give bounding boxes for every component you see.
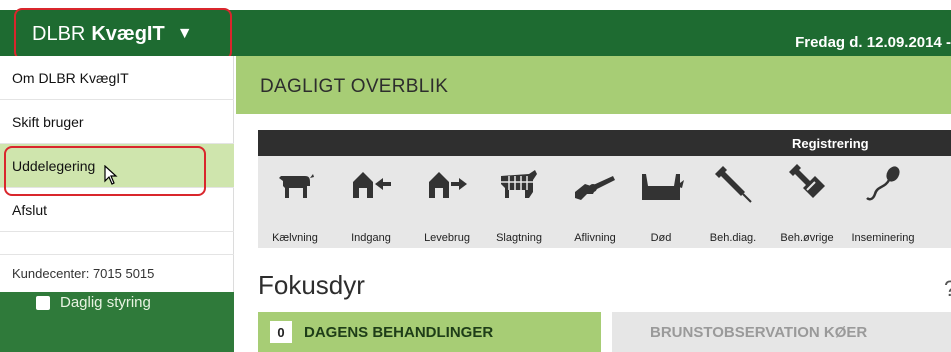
cow-icon	[279, 174, 314, 198]
icon-label: Indgang	[351, 232, 391, 244]
registrering-levebrug[interactable]: Levebrug	[410, 164, 484, 244]
side-navigation: Daglig styring	[0, 292, 234, 352]
tab-brunstobservation[interactable]: BRUNSTOBSERVATION KØER	[612, 312, 951, 352]
barn-out-icon	[429, 172, 467, 198]
registrering-kaelvning[interactable]: Kælvning	[258, 164, 332, 244]
icon-label: Kælvning	[272, 232, 318, 244]
menu-item-label: Afslut	[12, 201, 48, 218]
icon-label: Levebrug	[424, 232, 470, 244]
brand-prefix: DLBR	[32, 22, 86, 45]
icon-label: Slagtning	[496, 232, 542, 244]
pistol-icon	[575, 176, 615, 200]
menu-item-om[interactable]: Om DLBR KvægIT	[0, 56, 234, 100]
fokusdyr-title: Fokusdyr	[258, 270, 365, 300]
registrering-header: Registrering	[258, 130, 951, 156]
registrering-label: Registrering	[792, 136, 869, 151]
dead-cow-icon	[642, 174, 684, 200]
checkbox-icon	[36, 295, 50, 310]
count-badge: 0	[270, 321, 292, 343]
registrering-doed[interactable]: Død	[624, 164, 698, 244]
menu-item-label: Om DLBR KvægIT	[12, 69, 129, 86]
registrering-beh-oevrige[interactable]: Beh.øvrige	[770, 164, 844, 244]
chevron-down-icon: ▼	[176, 25, 193, 42]
icon-label: Inseminering	[851, 232, 915, 244]
registrering-icon-strip: Kælvning Indgang Levebrug Slagtning Afli…	[258, 156, 951, 248]
syringe-icon	[715, 166, 752, 203]
tab-label: BRUNSTOBSERVATION KØER	[650, 323, 868, 341]
registrering-beh-diag[interactable]: Beh.diag.	[696, 164, 770, 244]
brand-name: KvægIT	[91, 22, 165, 45]
mouse-pointer-icon	[104, 164, 118, 190]
page-header: DAGLIGT OVERBLIK	[236, 56, 951, 114]
registrering-inseminering[interactable]: Inseminering	[846, 164, 920, 244]
app-root: Fredag d. 12.09.2014 - DLBR KvægIT ▼ Om …	[0, 0, 951, 352]
menu-item-skift-bruger[interactable]: Skift bruger	[0, 100, 234, 144]
page-title: DAGLIGT OVERBLIK	[260, 76, 449, 97]
carcass-icon	[501, 170, 537, 198]
app-menu-button[interactable]: DLBR KvægIT ▼	[14, 8, 232, 60]
menu-item-label: Skift bruger	[12, 113, 84, 130]
kundecenter-text: Kundecenter: 7015 5015	[0, 254, 234, 292]
registrering-slagtning[interactable]: Slagtning	[482, 164, 556, 244]
icon-label: Død	[650, 232, 672, 244]
registrering-indgang[interactable]: Indgang	[334, 164, 408, 244]
icon-label: Beh.diag.	[709, 232, 757, 244]
tab-label: DAGENS BEHANDLINGER	[304, 323, 494, 341]
icon-label: Beh.øvrige	[780, 232, 834, 244]
date-text: Fredag d. 12.09.2014 -	[795, 34, 951, 51]
syringe-bandage-icon	[789, 164, 825, 198]
tab-dagens-behandlinger[interactable]: 0 DAGENS BEHANDLINGER	[258, 312, 601, 352]
sidebar-item-daglig-styring[interactable]: Daglig styring	[36, 294, 151, 311]
help-icon[interactable]: ?	[944, 276, 951, 302]
sperm-icon	[866, 166, 900, 201]
sidebar-item-label: Daglig styring	[60, 294, 151, 311]
registrering-aflivning[interactable]: Aflivning	[558, 164, 632, 244]
icon-label: Aflivning	[574, 232, 616, 244]
barn-in-icon	[353, 172, 391, 198]
